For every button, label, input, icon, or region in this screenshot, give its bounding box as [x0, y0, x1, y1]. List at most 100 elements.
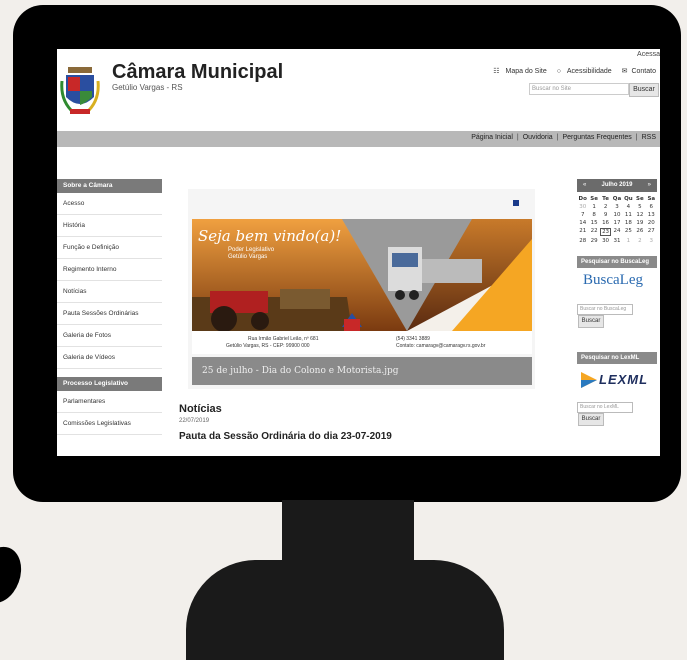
sitemap-link[interactable]: ☷ Mapa do Site — [489, 68, 546, 75]
banner-contact: Contato: camaragv@camaragv.rs.gov.br — [396, 343, 486, 349]
calendar-weekday: Se — [590, 196, 598, 202]
utility-links: ☷ Mapa do Site ○ Acessibilidade ✉ Contato — [485, 67, 656, 75]
calendar-day[interactable]: 9 — [600, 212, 611, 218]
site-subtitle: Getúlio Vargas - RS — [112, 83, 183, 92]
site-header: Câmara Municipal Getúlio Vargas - RS Ace… — [57, 49, 660, 131]
calendar-day[interactable]: 1 — [623, 238, 634, 244]
calendar-month: Julho 2019 — [601, 182, 633, 188]
calendar-day[interactable]: 5 — [634, 204, 645, 210]
sidebar-item-regimento[interactable]: Regimento Interno — [57, 259, 162, 281]
calendar-day[interactable]: 23 — [599, 228, 612, 236]
lexml-heading: Pesquisar no LexML — [577, 352, 657, 364]
news-section-title: Notícias — [179, 403, 222, 415]
monitor-screen: Câmara Municipal Getúlio Vargas - RS Ace… — [57, 49, 660, 456]
accessibility-icon: ○ — [556, 68, 561, 75]
calendar-weekday: Se — [636, 196, 644, 202]
top-navbar: Página Inicial | Ouvidoria | Perguntas Frequ… — [57, 131, 660, 147]
contact-link[interactable]: ✉ Contato — [618, 68, 656, 75]
buscaleg-search-input[interactable]: Buscar no BuscaLeg — [577, 304, 633, 315]
sidebar-item-comissoes[interactable]: Comissões Legislativas — [57, 413, 162, 435]
calendar-next-button[interactable]: » — [648, 182, 651, 188]
calendar-day[interactable]: 27 — [646, 228, 657, 236]
sidebar-item-noticias[interactable]: Notícias — [57, 281, 162, 303]
sidebar-heading-about: Sobre a Câmara — [57, 179, 162, 193]
calendar-day[interactable]: 7 — [577, 212, 588, 218]
calendar-day[interactable]: 15 — [588, 220, 599, 226]
calendar-day[interactable]: 31 — [611, 238, 622, 244]
sidebar-item-acesso[interactable]: Acesso — [57, 193, 162, 215]
sidebar-item-pauta[interactable]: Pauta Sessões Ordinárias — [57, 303, 162, 325]
calendar-day[interactable]: 8 — [588, 212, 599, 218]
banner-carousel[interactable]: Seja bem vindo(a)! Poder Legislativo Get… — [188, 189, 535, 389]
contact-label: Contato — [631, 68, 656, 75]
nav-ombudsman[interactable]: Ouvidoria — [523, 134, 553, 141]
calendar-weekday: Sa — [647, 196, 656, 202]
calendar-day[interactable]: 2 — [634, 238, 645, 244]
calendar-day[interactable]: 1 — [588, 204, 599, 210]
nav-faq[interactable]: Perguntas Frequentes — [563, 134, 632, 141]
lexml-search-input[interactable]: Buscar no LexML — [577, 402, 633, 413]
calendar-day[interactable]: 14 — [577, 220, 588, 226]
site-search-input[interactable]: Buscar no Site — [529, 83, 629, 95]
calendar-day[interactable]: 6 — [646, 204, 657, 210]
sidebar-item-historia[interactable]: História — [57, 215, 162, 237]
lexml-logo: LEXML — [577, 368, 657, 392]
sidebar-heading-legislative: Processo Legislativo — [57, 377, 162, 391]
calendar-header: « Julho 2019 » — [577, 179, 657, 192]
banner-greeting: Seja bem vindo(a)! — [198, 227, 342, 245]
banner-power: Poder Legislativo — [228, 247, 275, 253]
calendar-day[interactable]: 25 — [623, 228, 634, 236]
sidebar-item-videos[interactable]: Galeria de Vídeos — [57, 347, 162, 369]
banner-phone: (54) 3341 3889 — [396, 336, 430, 342]
calendar-day[interactable]: 30 — [577, 204, 588, 210]
calendar-day[interactable]: 26 — [634, 228, 645, 236]
calendar-grid: Do Se Te Qa Qu Se Sa 30 1 2 3 4 5 6 7 8 9 10 11 12 13 14 15 16 1… — [577, 196, 657, 244]
sidebar-item-funcao[interactable]: Função e Definição — [57, 237, 162, 259]
news-headline-link[interactable]: Pauta da Sessão Ordinária do dia 23-07-2… — [179, 431, 392, 442]
calendar-day[interactable]: 18 — [623, 220, 634, 226]
news-date: 22/07/2019 — [179, 418, 210, 424]
calendar-day[interactable]: 29 — [588, 238, 599, 244]
sidebar-item-parlamentares[interactable]: Parlamentares — [57, 391, 162, 413]
buscaleg-heading: Pesquisar no BuscaLeg — [577, 256, 657, 268]
monitor-stand — [186, 560, 504, 660]
envelope-icon: ✉ — [621, 68, 628, 75]
municipal-crest-icon — [60, 67, 100, 115]
calendar-day[interactable]: 13 — [646, 212, 657, 218]
lexml-arrow-icon — [581, 372, 597, 388]
calendar-day[interactable]: 21 — [577, 228, 588, 236]
nav-home[interactable]: Página Inicial — [471, 134, 513, 141]
calendar-day[interactable]: 24 — [611, 228, 622, 236]
calendar-day[interactable]: 11 — [623, 212, 634, 218]
calendar-day[interactable]: 28 — [577, 238, 588, 244]
banner-address: Rua Irmão Gabriel Leão, nº 681 — [248, 336, 319, 342]
access-link[interactable]: Acessa — [637, 51, 660, 58]
accessibility-label: Acessibilidade — [566, 68, 612, 75]
calendar-day[interactable]: 22 — [588, 228, 599, 236]
accessibility-link[interactable]: ○ Acessibilidade — [553, 68, 612, 75]
calendar-day[interactable]: 10 — [611, 212, 622, 218]
calendar-day[interactable]: 30 — [600, 238, 611, 244]
sidebar-item-fotos[interactable]: Galeria de Fotos — [57, 325, 162, 347]
calendar-day[interactable]: 3 — [611, 204, 622, 210]
nav-rss[interactable]: RSS — [642, 134, 656, 141]
calendar-day[interactable]: 20 — [646, 220, 657, 226]
calendar-day[interactable]: 4 — [623, 204, 634, 210]
navbar-links: Página Inicial | Ouvidoria | Perguntas Frequ… — [471, 134, 656, 141]
calendar-day[interactable]: 17 — [611, 220, 622, 226]
carousel-indicator[interactable] — [513, 200, 519, 206]
calendar-day[interactable]: 16 — [600, 220, 611, 226]
buscaleg-logo: BuscaLeg — [583, 272, 643, 288]
calendar-weekday: Do — [578, 196, 587, 202]
calendar-day[interactable]: 12 — [634, 212, 645, 218]
calendar-weekday: Te — [602, 196, 609, 202]
buscaleg-search-button[interactable]: Buscar — [578, 315, 604, 328]
site-search-button[interactable]: Buscar — [629, 83, 659, 97]
right-column: « Julho 2019 » Do Se Te Qa Qu Se Sa 30 1 2 3 4 5 6 7 8 9… — [577, 179, 657, 426]
banner-address2: Getúlio Vargas, RS - CEP: 99900 000 — [226, 343, 310, 349]
calendar-day[interactable]: 2 — [600, 204, 611, 210]
sitemap-icon: ☷ — [493, 68, 500, 75]
lexml-search-button[interactable]: Buscar — [578, 413, 604, 426]
calendar-day[interactable]: 3 — [646, 238, 657, 244]
calendar-day[interactable]: 19 — [634, 220, 645, 226]
